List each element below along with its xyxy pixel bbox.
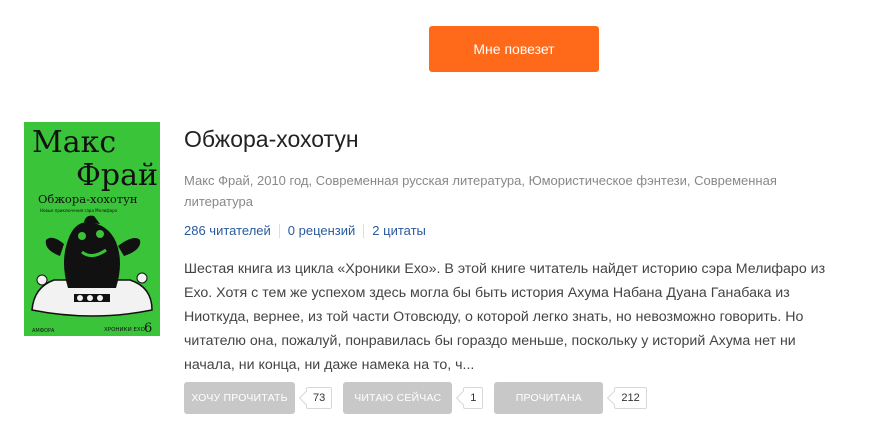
want-to-read-count: 73	[306, 387, 333, 409]
read-button[interactable]: ПРОЧИТАНА	[494, 382, 604, 414]
cover-series: ХРОНИКИ ЕХО	[104, 327, 146, 333]
cover-author-line1: Макс	[32, 125, 116, 160]
readers-link[interactable]: 286 читателей	[184, 223, 271, 238]
quotes-link[interactable]: 2 цитаты	[372, 223, 426, 238]
book-cover[interactable]: Макс Фрай Обжора-хохотун Новые приключен…	[24, 122, 160, 336]
cover-title: Обжора-хохотун	[38, 192, 138, 206]
cover-subtitle: Новые приключения сэра Мелифаро	[40, 208, 118, 213]
divider	[278, 223, 280, 238]
lucky-button[interactable]: Мне повезет	[429, 26, 599, 72]
cover-publisher: АМФОРА	[32, 328, 55, 334]
reading-actions: ХОЧУ ПРОЧИТАТЬ 73 ЧИТАЮ СЕЙЧАС 1 ПРОЧИТА…	[184, 382, 647, 414]
book-meta: Макс Фрай, 2010 год, Современная русская…	[184, 173, 777, 209]
read-count: 212	[614, 387, 647, 409]
reading-now-button[interactable]: ЧИТАЮ СЕЙЧАС	[343, 382, 453, 414]
book-description: Шестая книга из цикла «Хроники Ехо». В э…	[184, 261, 826, 373]
reading-now-count: 1	[463, 387, 484, 409]
cover-author-line2: Фрай	[76, 158, 158, 193]
reviews-link[interactable]: 0 рецензий	[288, 223, 356, 238]
book-stats: 286 читателей 0 рецензий 2 цитаты	[184, 223, 426, 238]
book-title[interactable]: Обжора-хохотун	[184, 126, 359, 153]
divider	[363, 223, 365, 238]
book-cover-art: Макс Фрай Обжора-хохотун Новые приключен…	[24, 122, 160, 336]
cover-volume: 6	[144, 321, 152, 336]
want-to-read-button[interactable]: ХОЧУ ПРОЧИТАТЬ	[184, 382, 295, 414]
